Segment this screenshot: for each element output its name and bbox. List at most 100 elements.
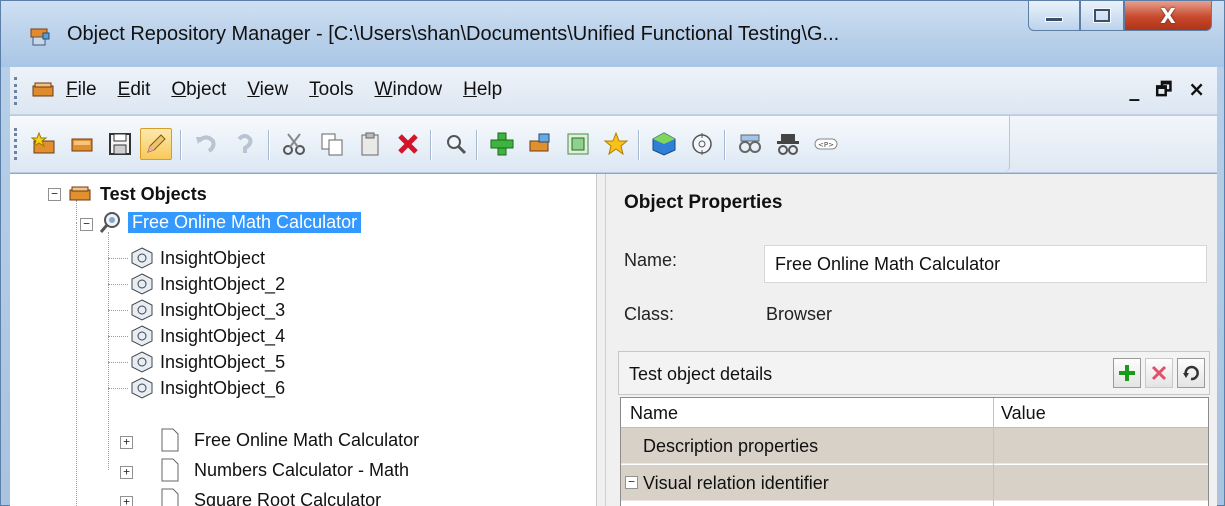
tree-item-browser-label: Free Online Math Calculator [128, 211, 362, 233]
star-icon [603, 131, 629, 156]
grid-column-divider[interactable] [993, 398, 994, 506]
tree-item-label: InsightObject_2 [160, 273, 286, 294]
copy-icon [321, 133, 343, 156]
refresh-property-button[interactable] [1177, 358, 1205, 388]
toolbar-separator [180, 130, 182, 160]
tree-item-page[interactable]: Free Online Math Calculator [160, 428, 419, 452]
browser-object-icon [99, 212, 120, 233]
redo-icon [237, 134, 253, 153]
grid-cell-value[interactable] [993, 465, 1208, 501]
paste-icon [361, 132, 379, 156]
new-repository-button[interactable] [28, 128, 60, 160]
toolbar-strip: <P> [10, 116, 1010, 172]
expand-page-toggle[interactable]: + [120, 496, 133, 506]
edit-button[interactable] [140, 128, 172, 160]
menu-items: File Edit Object View Tools Window Help [66, 79, 523, 101]
plus-icon [1119, 365, 1135, 381]
tree-item-insight[interactable]: InsightObject_6 [130, 376, 285, 400]
tree-item-label: InsightObject_6 [160, 377, 286, 398]
cut-button[interactable] [278, 128, 310, 160]
mdi-restore-button[interactable]: 🗗 [1155, 77, 1172, 107]
refresh-icon [1183, 365, 1199, 381]
maximize-icon [1093, 8, 1111, 23]
remove-property-button[interactable] [1145, 358, 1173, 388]
object-spy-button[interactable] [524, 128, 556, 160]
close-button[interactable]: X [1124, 1, 1212, 31]
menu-help[interactable]: Help [463, 79, 502, 101]
tree-item-browser[interactable]: Free Online Math Calculator [98, 210, 362, 234]
tree-item-page[interactable]: Square Root Calculator [160, 488, 381, 506]
navigate-button[interactable] [686, 128, 718, 160]
delete-button[interactable] [392, 128, 424, 160]
add-objects-button[interactable] [486, 128, 518, 160]
tree-connector [108, 284, 128, 285]
pane-splitter[interactable] [597, 174, 606, 506]
menu-window-rest: indow [392, 79, 443, 100]
compare-button[interactable] [734, 128, 766, 160]
grid-row-description[interactable]: Description properties [621, 428, 1208, 464]
undo-button[interactable] [190, 128, 222, 160]
menu-tools-rest: ools [318, 79, 354, 100]
detective-button[interactable] [772, 128, 804, 160]
menu-edit[interactable]: Edit [118, 79, 151, 101]
toolbar-grip[interactable] [14, 128, 17, 160]
copy-button[interactable] [316, 128, 348, 160]
insight-object-icon [131, 273, 153, 295]
menu-view[interactable]: View [247, 79, 288, 101]
find-button[interactable] [440, 128, 472, 160]
edit-pencil-icon [147, 134, 166, 153]
compare-icon [739, 134, 761, 153]
expand-page-toggle[interactable]: + [120, 466, 133, 479]
collapse-root-toggle[interactable]: − [48, 188, 61, 201]
object-spy-icon [529, 133, 550, 152]
menu-window[interactable]: Window [375, 79, 443, 101]
highlight-button[interactable] [562, 128, 594, 160]
tree-item-insight[interactable]: InsightObject_2 [130, 272, 285, 296]
redo-button[interactable] [228, 128, 260, 160]
mdi-close-button[interactable]: × [1188, 77, 1205, 107]
repository-menu-icon[interactable] [32, 81, 54, 101]
menubar-grip[interactable] [14, 77, 17, 105]
insight-object-icon [131, 325, 153, 347]
tree-connector [108, 232, 109, 470]
object-repository-window: Object Repository Manager - [C:\Users\sh… [0, 0, 1225, 506]
maximize-button[interactable] [1080, 1, 1124, 31]
tree-item-page[interactable]: Numbers Calculator - Math [160, 458, 409, 482]
export-button[interactable] [648, 128, 680, 160]
tree-item-label: InsightObject_4 [160, 325, 286, 346]
grid-row-visual-relation[interactable]: − Visual relation identifier [621, 465, 1208, 501]
grid-header-name[interactable]: Name [630, 403, 678, 424]
grid-header-value[interactable]: Value [1001, 403, 1046, 424]
tree-item-insight[interactable]: InsightObject [130, 246, 265, 270]
minimize-button[interactable] [1028, 1, 1080, 31]
object-tree[interactable]: − Test Objects − Free Online Math Calcul… [24, 174, 597, 506]
tree-root[interactable]: Test Objects [68, 182, 207, 206]
property-tag-button[interactable]: <P> [810, 128, 842, 160]
window-title: Object Repository Manager - [C:\Users\sh… [67, 23, 840, 45]
name-input[interactable] [764, 245, 1207, 283]
insight-object-icon [131, 299, 153, 321]
menu-view-rest: iew [259, 79, 289, 100]
add-property-button[interactable] [1113, 358, 1141, 388]
menu-file[interactable]: File [66, 79, 97, 101]
grid-cell-value[interactable] [993, 428, 1208, 464]
save-button[interactable] [104, 128, 136, 160]
tree-item-insight[interactable]: InsightObject_5 [130, 350, 285, 374]
tree-item-insight[interactable]: InsightObject_3 [130, 298, 285, 322]
open-repository-button[interactable] [66, 128, 98, 160]
tree-item-label: InsightObject [160, 247, 266, 268]
mdi-minimize-button[interactable]: _ [1129, 77, 1139, 107]
paste-button[interactable] [354, 128, 386, 160]
find-icon [447, 135, 467, 155]
page-icon [161, 428, 179, 452]
title-bar[interactable]: Object Repository Manager - [C:\Users\sh… [1, 1, 1224, 67]
menu-object[interactable]: Object [171, 79, 226, 101]
star-button[interactable] [600, 128, 632, 160]
collapse-browser-toggle[interactable]: − [80, 218, 93, 231]
expand-page-toggle[interactable]: + [120, 436, 133, 449]
property-tag-icon: <P> [814, 138, 838, 150]
collapse-visual-relation-toggle[interactable]: − [625, 476, 638, 489]
toolbar-separator-3 [430, 130, 432, 160]
tree-item-insight[interactable]: InsightObject_4 [130, 324, 285, 348]
menu-tools[interactable]: Tools [309, 79, 353, 101]
